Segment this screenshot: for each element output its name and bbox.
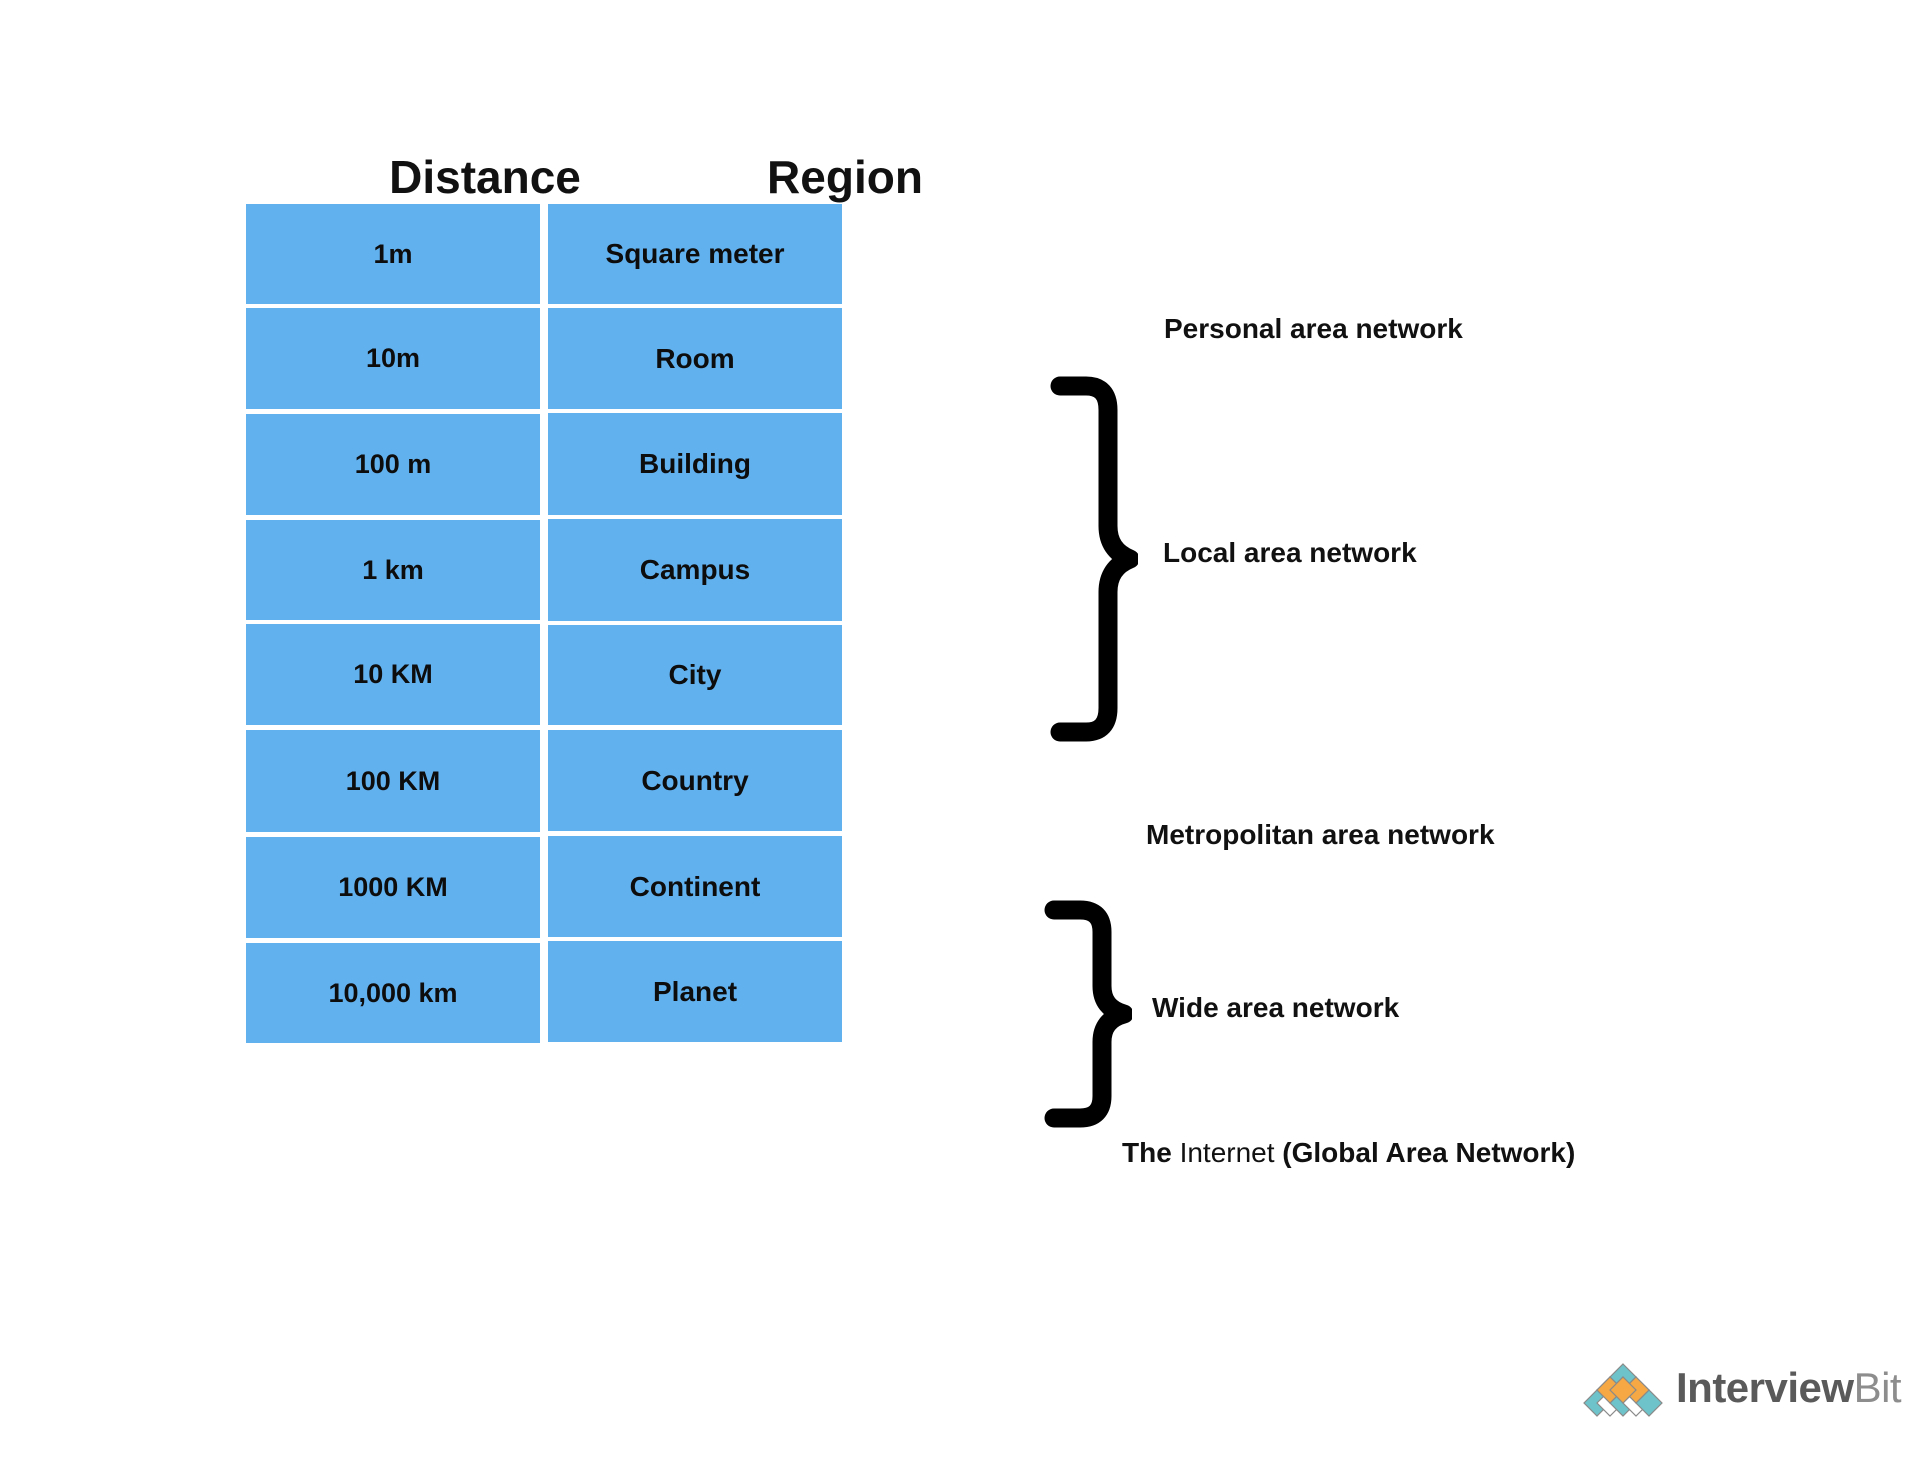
internet-label-part-the: The [1122,1137,1180,1168]
region-cell-3: Campus [548,519,842,621]
logo-name-interview: Interview [1676,1364,1854,1411]
distance-cell-7: 10,000 km [246,943,540,1043]
column-header-region: Region [767,151,923,203]
distance-cell-4: 10 KM [246,624,540,725]
region-cell-5: Country [548,730,842,831]
brace-wide-area-network [1040,900,1132,1128]
region-cell-7: Planet [548,941,842,1042]
annotation-local-area-network: Local area network [1163,537,1417,568]
internet-label-part-internet: Internet [1179,1137,1283,1168]
column-header-distance: Distance [389,151,581,203]
interviewbit-logo: InterviewBit [1580,1358,1902,1428]
distance-cell-6: 1000 KM [246,837,540,938]
annotation-internet-global-area-network: The Internet (Global Area Network) [1122,1137,1575,1169]
region-cell-4: City [548,625,842,725]
distance-cell-0: 1m [246,204,540,304]
distance-cell-3: 1 km [246,520,540,620]
region-cell-6: Continent [548,836,842,937]
brace-local-area-network [1046,376,1138,742]
internet-label-part-parenthetical: (Global Area Network) [1282,1137,1576,1168]
diagram-canvas: Distance Region 1m 10m 100 m 1 km 10 KM … [0,0,1920,1469]
annotation-metropolitan-area-network: Metropolitan area network [1146,819,1495,850]
annotation-wide-area-network: Wide area network [1152,992,1400,1023]
interviewbit-diamond-mark-icon [1580,1362,1666,1420]
annotation-personal-area-network: Personal area network [1164,313,1463,344]
region-cell-0: Square meter [548,204,842,304]
distance-cell-2: 100 m [246,414,540,515]
region-cell-2: Building [548,413,842,515]
logo-name-bit: Bit [1853,1364,1902,1411]
distance-cell-5: 100 KM [246,730,540,832]
distance-cell-1: 10m [246,308,540,409]
region-cell-1: Room [548,308,842,409]
interviewbit-wordmark: InterviewBit [1676,1364,1902,1412]
